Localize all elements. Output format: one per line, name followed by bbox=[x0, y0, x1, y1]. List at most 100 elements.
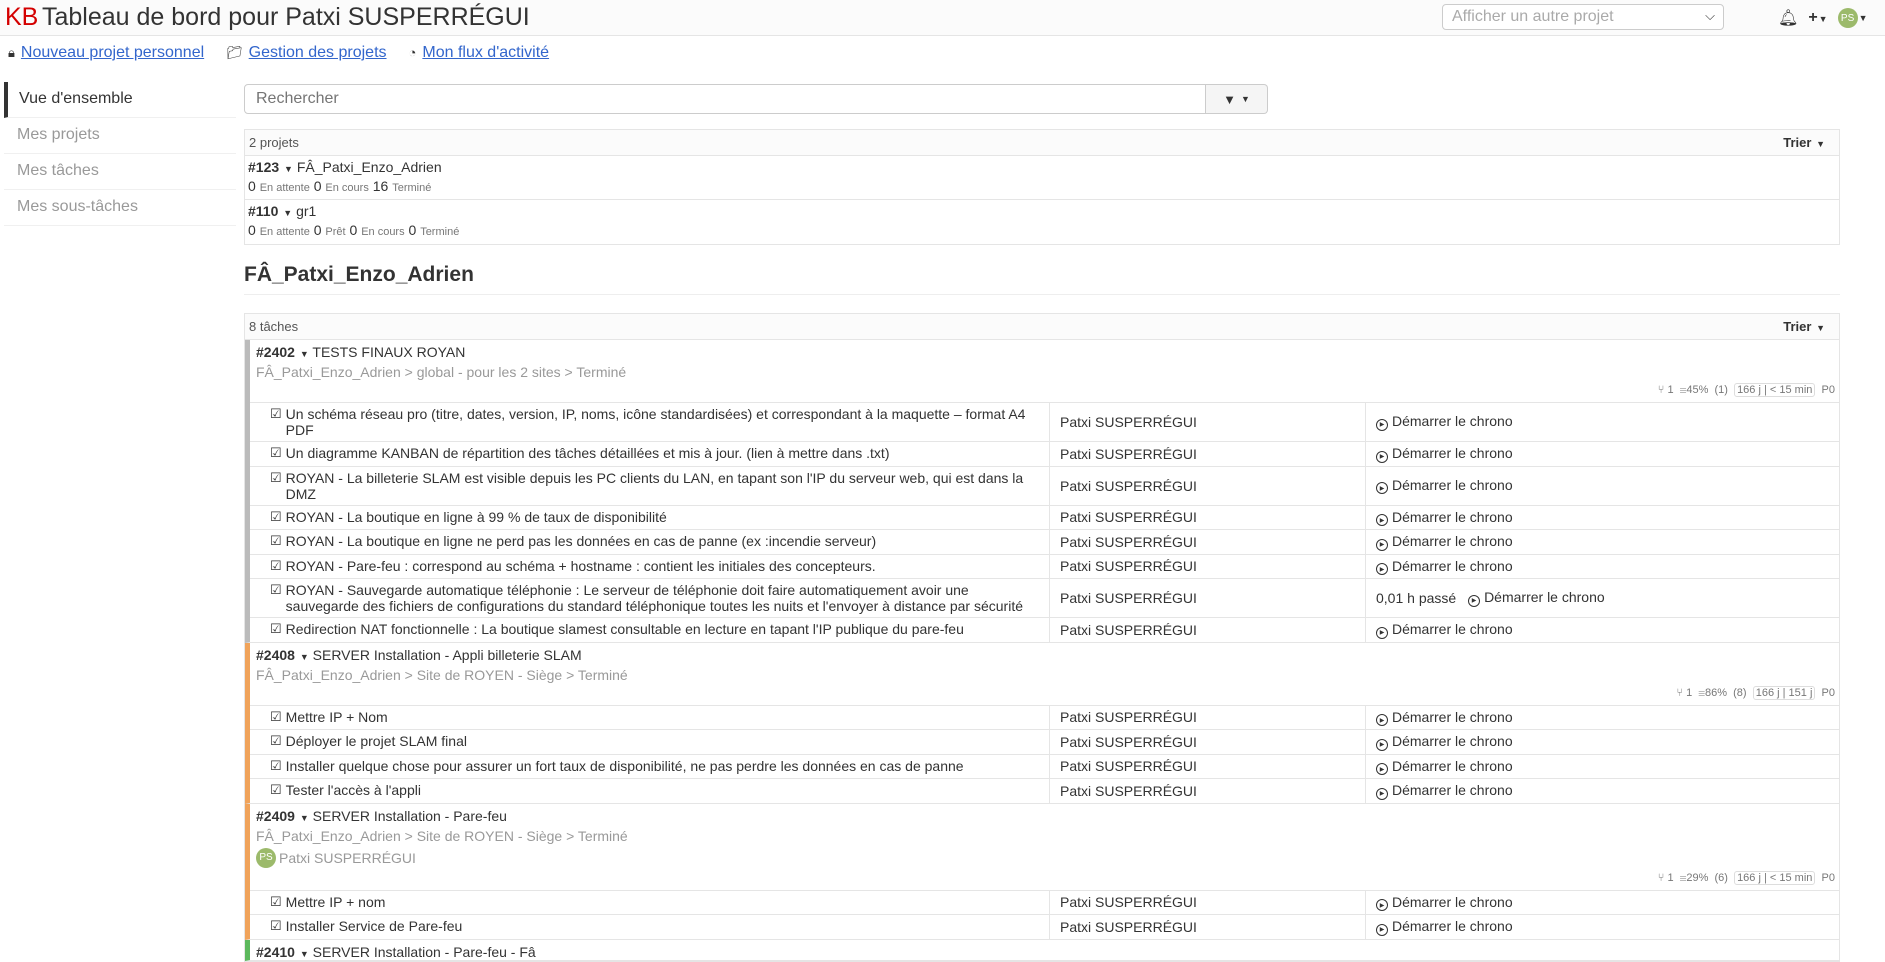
task-id-dropdown[interactable]: #2410 bbox=[256, 944, 295, 960]
subtask-assignee: Patxi SUSPERRÉGUI bbox=[1050, 505, 1366, 529]
play-icon: ▶ bbox=[1376, 563, 1388, 575]
plus-icon: + bbox=[1808, 9, 1818, 26]
list-icon: ☰ bbox=[1698, 686, 1705, 699]
task-group: #2409 ▼ SERVER Installation - Pare-feu FÂ… bbox=[245, 803, 1839, 940]
search-input[interactable] bbox=[244, 84, 1206, 114]
checkbox-checked-icon[interactable]: ☑ bbox=[270, 558, 282, 576]
checkbox-checked-icon[interactable]: ☑ bbox=[270, 470, 282, 502]
checkbox-checked-icon[interactable]: ☑ bbox=[270, 445, 282, 463]
activity-stream-link[interactable]: Mon flux d'activité bbox=[422, 44, 549, 61]
play-icon: ▶ bbox=[1376, 714, 1388, 726]
sort-projects-button[interactable]: Trier ▼ bbox=[1783, 135, 1825, 150]
project-section-title: FÂ_Patxi_Enzo_Adrien bbox=[244, 263, 1840, 295]
subtask-title[interactable]: ROYAN - La billeterie SLAM est visible d… bbox=[286, 470, 1041, 502]
checkbox-checked-icon[interactable]: ☑ bbox=[270, 621, 282, 639]
task-meta: ⑂ 1 ☰29% (6) 166 j | < 15 min P0 bbox=[1657, 870, 1835, 885]
dashboard-icon: ◔ bbox=[408, 45, 417, 60]
subtask-title[interactable]: Déployer le projet SLAM final bbox=[286, 733, 467, 751]
kanboard-logo[interactable]: KB bbox=[5, 3, 38, 32]
subtask-title[interactable]: ROYAN - La boutique en ligne à 99 % de t… bbox=[286, 509, 667, 527]
task-id-dropdown[interactable]: #2402 bbox=[256, 344, 295, 360]
subtask-title[interactable]: Tester l'accès à l'appli bbox=[286, 782, 421, 800]
start-timer-button[interactable]: ▶ Démarrer le chrono bbox=[1376, 509, 1513, 526]
start-timer-button[interactable]: ▶ Démarrer le chrono bbox=[1376, 918, 1513, 936]
caret-down-icon[interactable]: ▼ bbox=[300, 949, 309, 959]
chevron-down-icon: ⌵ bbox=[1705, 8, 1715, 23]
add-menu-button[interactable]: +▼ bbox=[1808, 9, 1827, 27]
subtask-row: ☑ Un schéma réseau pro (titre, dates, ver… bbox=[250, 402, 1839, 441]
task-title-link[interactable]: SERVER Installation - Pare-feu - Fâ bbox=[313, 944, 536, 960]
subtask-title[interactable]: Un diagramme KANBAN de répartition des t… bbox=[286, 445, 890, 463]
checkbox-checked-icon[interactable]: ☑ bbox=[270, 782, 282, 800]
checkbox-checked-icon[interactable]: ☑ bbox=[270, 582, 282, 614]
sort-tasks-button[interactable]: Trier ▼ bbox=[1783, 319, 1825, 334]
start-timer-button[interactable]: ▶ Démarrer le chrono bbox=[1376, 758, 1513, 775]
subtask-assignee: Patxi SUSPERRÉGUI bbox=[1050, 466, 1366, 505]
start-timer-button[interactable]: ▶ Démarrer le chrono bbox=[1376, 709, 1513, 726]
subtask-assignee: Patxi SUSPERRÉGUI bbox=[1050, 618, 1366, 642]
subtask-title[interactable]: Mettre IP + Nom bbox=[286, 709, 388, 727]
checkbox-checked-icon[interactable]: ☑ bbox=[270, 894, 282, 912]
sidebar-item-overview[interactable]: Vue d'ensemble bbox=[4, 82, 236, 118]
new-personal-project-link[interactable]: Nouveau projet personnel bbox=[21, 44, 204, 61]
project-name-link[interactable]: gr1 bbox=[296, 203, 316, 219]
subtask-title[interactable]: Installer quelque chose pour assurer un … bbox=[286, 758, 964, 776]
task-id-dropdown[interactable]: #2408 bbox=[256, 647, 295, 663]
checkbox-checked-icon[interactable]: ☑ bbox=[270, 758, 282, 776]
caret-down-icon[interactable]: ▼ bbox=[300, 652, 309, 662]
start-timer-button[interactable]: ▶ Démarrer le chrono bbox=[1376, 621, 1513, 639]
app-header: KB Tableau de bord pour Patxi SUSPERRÉGU… bbox=[0, 0, 1885, 36]
start-timer-button[interactable]: ▶ Démarrer le chrono bbox=[1376, 413, 1513, 431]
start-timer-button[interactable]: ▶ Démarrer le chrono bbox=[1376, 894, 1513, 911]
start-timer-button[interactable]: ▶ Démarrer le chrono bbox=[1376, 782, 1513, 800]
user-menu-button[interactable]: PS ▼ bbox=[1837, 8, 1868, 29]
checkbox-checked-icon[interactable]: ☑ bbox=[270, 406, 282, 438]
filter-button[interactable]: ▼ ▼ bbox=[1206, 84, 1268, 114]
start-timer-button[interactable]: ▶ Démarrer le chrono bbox=[1376, 733, 1513, 751]
project-id-dropdown[interactable]: #123 bbox=[248, 159, 279, 175]
bell-icon[interactable]: 🔔︎ bbox=[1778, 8, 1798, 28]
sidebar-item-my-tasks[interactable]: Mes tâches bbox=[4, 154, 236, 190]
project-select[interactable]: Afficher un autre projet ⌵ bbox=[1442, 4, 1724, 30]
search-bar: ▼▼ bbox=[244, 84, 1268, 114]
play-icon: ▶ bbox=[1376, 738, 1388, 751]
start-timer-button[interactable]: ▶ Démarrer le chrono bbox=[1376, 477, 1513, 495]
task-id-dropdown[interactable]: #2409 bbox=[256, 808, 295, 824]
task-breadcrumb: FÂ_Patxi_Enzo_Adrien > Site de ROYEN - S… bbox=[256, 666, 628, 683]
subtask-row: ☑ ROYAN - La billeterie SLAM est visible … bbox=[250, 465, 1839, 505]
sidebar-item-my-subtasks[interactable]: Mes sous-tâches bbox=[4, 190, 236, 226]
project-select-placeholder: Afficher un autre projet bbox=[1452, 8, 1614, 25]
checkbox-checked-icon[interactable]: ☑ bbox=[270, 918, 282, 936]
subtask-title[interactable]: Installer Service de Pare-feu bbox=[286, 918, 463, 936]
subtask-title[interactable]: ROYAN - Pare-feu : correspond au schéma … bbox=[286, 558, 876, 576]
subtask-title[interactable]: ROYAN - La boutique en ligne ne perd pas… bbox=[286, 533, 876, 551]
start-timer-button[interactable]: ▶ Démarrer le chrono bbox=[1376, 445, 1513, 463]
projects-count: 2 projets bbox=[249, 135, 299, 150]
project-id-dropdown[interactable]: #110 bbox=[248, 203, 278, 219]
tasks-table: 8 tâches Trier ▼ #2402 ▼ TESTS FINAUX RO… bbox=[244, 313, 1840, 962]
start-timer-button[interactable]: ▶ Démarrer le chrono bbox=[1376, 558, 1513, 575]
caret-down-icon[interactable]: ▼ bbox=[300, 349, 309, 359]
checkbox-checked-icon[interactable]: ☑ bbox=[270, 509, 282, 527]
start-timer-button[interactable]: ▶ Démarrer le chrono bbox=[1468, 589, 1605, 607]
project-name-link[interactable]: FÂ_Patxi_Enzo_Adrien bbox=[297, 159, 442, 175]
start-timer-button[interactable]: ▶ Démarrer le chrono bbox=[1376, 533, 1513, 551]
sidebar-item-my-projects[interactable]: Mes projets bbox=[4, 118, 236, 154]
manage-projects-link[interactable]: Gestion des projets bbox=[249, 44, 387, 61]
caret-down-icon[interactable]: ▼ bbox=[284, 164, 293, 174]
caret-down-icon: ▼ bbox=[1858, 12, 1868, 23]
caret-down-icon[interactable]: ▼ bbox=[300, 813, 309, 823]
checkbox-checked-icon[interactable]: ☑ bbox=[270, 733, 282, 751]
task-title-link[interactable]: SERVER Installation - Appli billeterie S… bbox=[313, 647, 582, 663]
task-title-link[interactable]: TESTS FINAUX ROYAN bbox=[312, 344, 465, 360]
caret-down-icon[interactable]: ▼ bbox=[283, 208, 292, 218]
checkbox-checked-icon[interactable]: ☑ bbox=[270, 533, 282, 551]
subtask-title[interactable]: Redirection NAT fonctionnelle : La bouti… bbox=[286, 621, 964, 639]
checkbox-checked-icon[interactable]: ☑ bbox=[270, 709, 282, 727]
subtask-title[interactable]: ROYAN - Sauvegarde automatique téléphoni… bbox=[286, 582, 1041, 614]
link-icon: ⑂ bbox=[1657, 384, 1665, 396]
task-title-link[interactable]: SERVER Installation - Pare-feu bbox=[313, 808, 507, 824]
subtask-title[interactable]: Mettre IP + nom bbox=[286, 894, 386, 912]
subtask-title[interactable]: Un schéma réseau pro (titre, dates, vers… bbox=[286, 406, 1041, 438]
subtask-row: ☑ Installer Service de Pare-feu Patxi SUSP… bbox=[250, 914, 1839, 939]
